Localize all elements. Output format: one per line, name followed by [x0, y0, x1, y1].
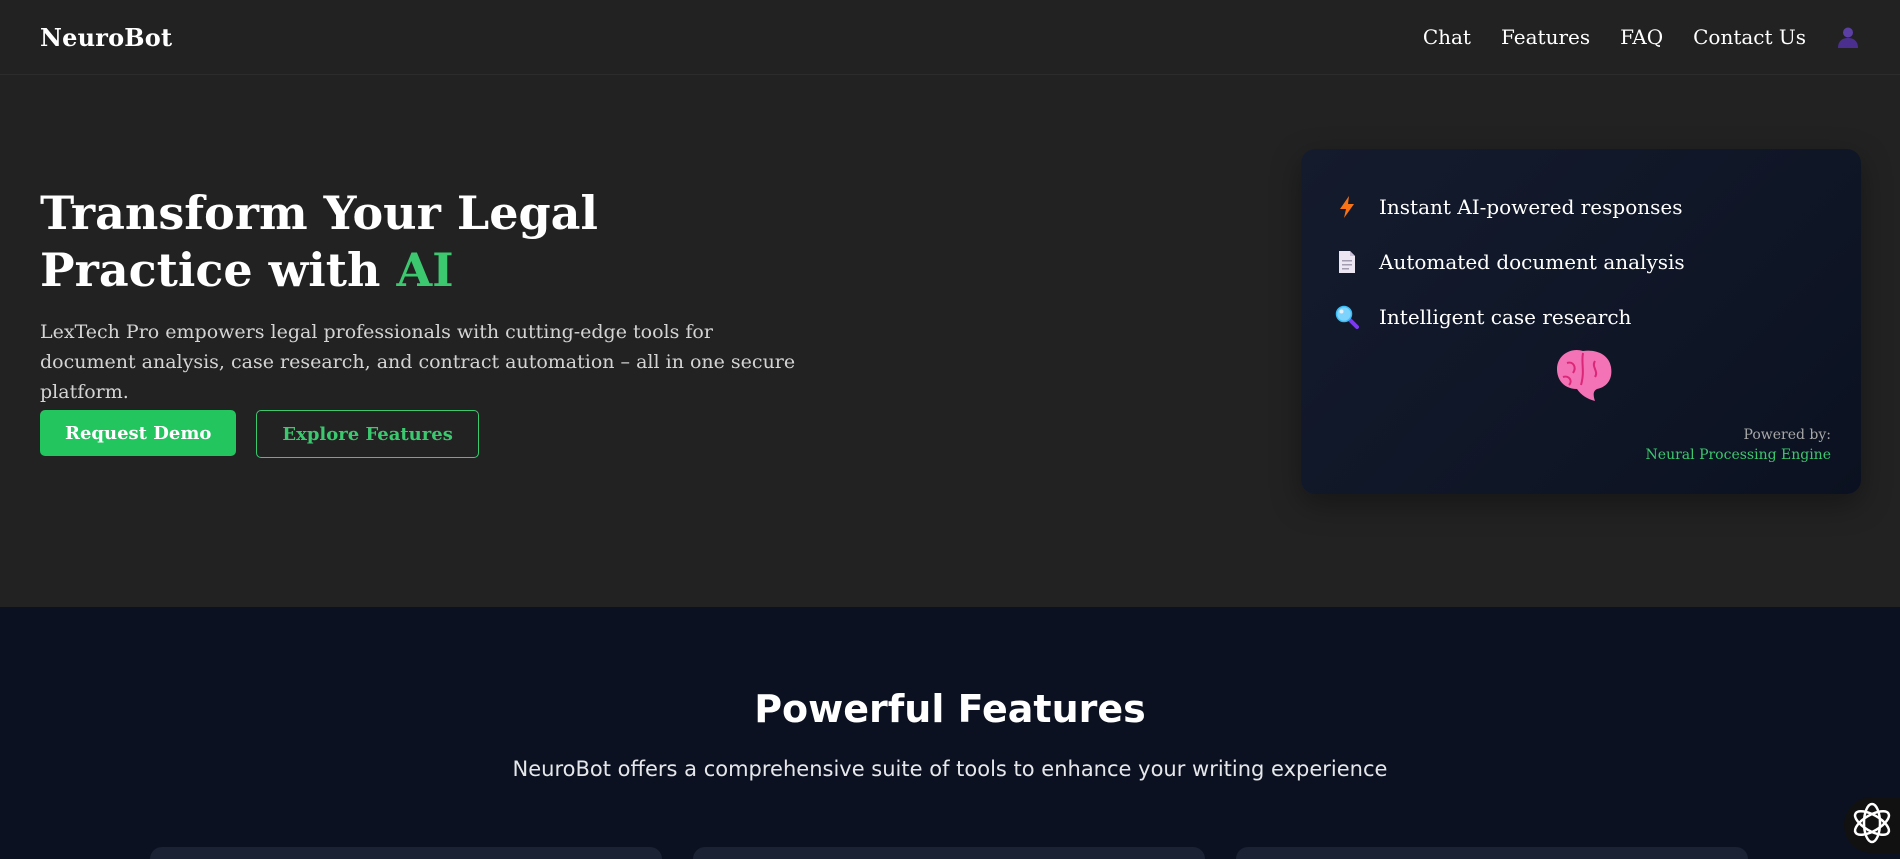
powered-by: Powered by: Neural Processing Engine: [1646, 425, 1831, 465]
highlight-label: Automated document analysis: [1379, 249, 1685, 274]
user-icon[interactable]: [1836, 25, 1860, 49]
chat-widget-button[interactable]: [1844, 797, 1900, 853]
highlight-list: Instant AI-powered responses Automated d…: [1335, 179, 1685, 344]
feature-card: [693, 847, 1205, 859]
main-nav: Chat Features FAQ Contact Us: [1423, 25, 1860, 49]
list-item: Intelligent case research: [1335, 289, 1685, 344]
list-item: Instant AI-powered responses: [1335, 179, 1685, 234]
list-item: Automated document analysis: [1335, 234, 1685, 289]
nav-faq[interactable]: FAQ: [1620, 25, 1663, 49]
hero-buttons: Request Demo Explore Features: [40, 410, 479, 458]
feature-card: [1236, 847, 1748, 859]
brain-icon: [1551, 345, 1615, 405]
openai-logo-icon: [1850, 801, 1894, 849]
brand-logo[interactable]: NeuroBot: [40, 23, 172, 52]
feature-card: [150, 847, 662, 859]
lightning-icon: [1335, 195, 1359, 219]
nav-contact-us[interactable]: Contact Us: [1693, 25, 1806, 49]
document-icon: [1335, 250, 1359, 274]
hero-section: Transform Your Legal Practice with AI Le…: [0, 75, 1900, 607]
hero-title-accent: AI: [396, 243, 454, 297]
hero-title: Transform Your Legal Practice with AI: [40, 185, 820, 299]
features-subtitle: NeuroBot offers a comprehensive suite of…: [512, 757, 1388, 781]
highlight-label: Intelligent case research: [1379, 304, 1632, 329]
feature-highlight-card: Instant AI-powered responses Automated d…: [1301, 149, 1861, 494]
powered-by-value: Neural Processing Engine: [1645, 447, 1831, 463]
request-demo-button[interactable]: Request Demo: [40, 410, 237, 456]
nav-chat[interactable]: Chat: [1423, 25, 1471, 49]
hero-subtitle: LexTech Pro empowers legal professionals…: [40, 321, 796, 403]
nav-features[interactable]: Features: [1501, 25, 1590, 49]
features-section: Powerful Features NeuroBot offers a comp…: [0, 607, 1900, 859]
magnifier-icon: [1335, 305, 1359, 329]
explore-features-button[interactable]: Explore Features: [256, 410, 479, 458]
highlight-label: Instant AI-powered responses: [1379, 194, 1683, 219]
powered-by-label: Powered by:: [1743, 427, 1831, 443]
navbar: NeuroBot Chat Features FAQ Contact Us: [0, 0, 1900, 75]
hero-title-text: Transform Your Legal Practice with: [40, 186, 598, 297]
features-title: Powerful Features: [754, 687, 1146, 731]
